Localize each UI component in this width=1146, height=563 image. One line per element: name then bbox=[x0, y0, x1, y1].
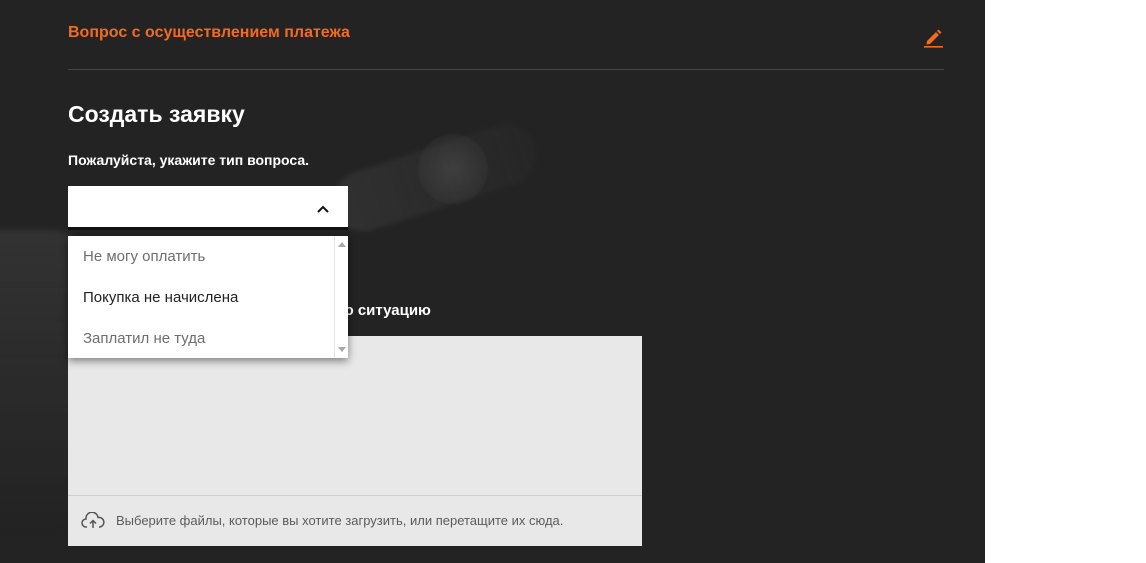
chevron-up-icon bbox=[316, 201, 330, 213]
file-upload-dropzone[interactable]: Выберите файлы, которые вы хотите загруз… bbox=[68, 495, 642, 546]
description-textarea[interactable] bbox=[68, 336, 642, 495]
scroll-up-arrow-icon[interactable] bbox=[338, 242, 346, 247]
dropdown-option-cannot-pay[interactable]: Не могу оплатить bbox=[68, 236, 330, 277]
dropdown-option-paid-wrong-place[interactable]: Заплатил не туда bbox=[68, 318, 330, 358]
pencil-icon[interactable] bbox=[922, 26, 944, 48]
header-divider bbox=[68, 69, 944, 70]
dropdown-option-purchase-not-credited[interactable]: Покупка не начислена bbox=[68, 277, 330, 318]
question-type-select[interactable] bbox=[68, 186, 348, 230]
page-title: Создать заявку bbox=[68, 101, 245, 127]
dropdown-scrollbar[interactable] bbox=[334, 236, 348, 358]
background-tank-muzzle bbox=[418, 134, 488, 204]
question-type-label: Пожалуйста, укажите тип вопроса. bbox=[68, 152, 310, 168]
topic-title: Вопрос с осуществлением платежа bbox=[68, 24, 350, 41]
support-request-panel: Вопрос с осуществлением платежа Создать … bbox=[0, 0, 985, 563]
question-type-dropdown[interactable]: Не могу оплатить Покупка не начислена За… bbox=[68, 236, 348, 358]
scroll-down-arrow-icon[interactable] bbox=[338, 347, 346, 352]
cloud-upload-icon bbox=[81, 511, 105, 530]
background-tank-barrel bbox=[325, 117, 545, 239]
upload-instruction-text: Выберите файлы, которые вы хотите загруз… bbox=[116, 513, 564, 528]
